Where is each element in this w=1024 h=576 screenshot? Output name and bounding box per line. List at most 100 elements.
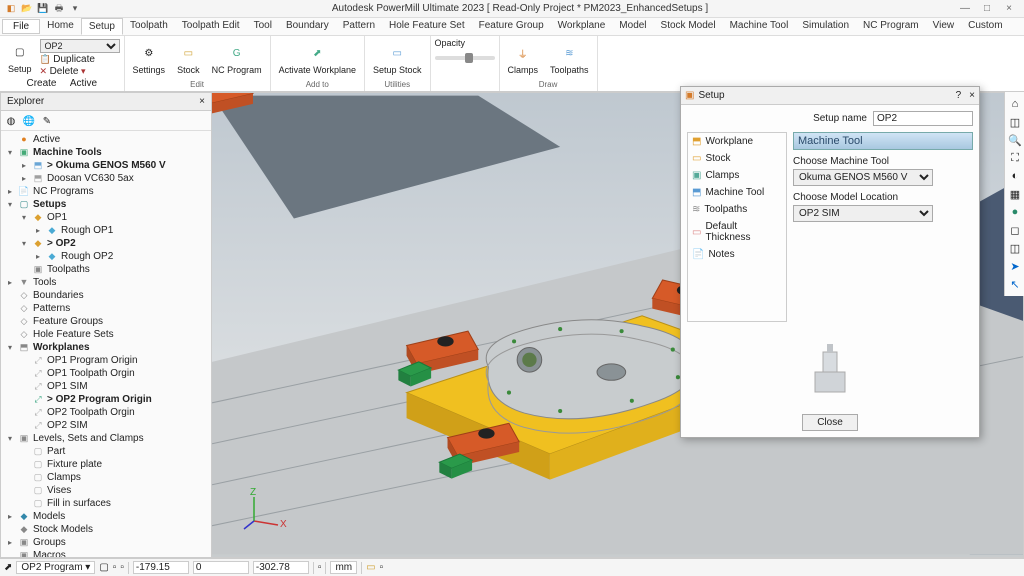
tree-node[interactable]: ▢Fixture plate	[5, 458, 207, 471]
menu-setup[interactable]: Setup	[81, 18, 123, 35]
menu-machine-tool[interactable]: Machine Tool	[723, 18, 796, 35]
maximize-button[interactable]: □	[980, 3, 994, 14]
menu-tool[interactable]: Tool	[247, 18, 279, 35]
tree-node[interactable]: ⤢> OP2 Program Origin	[5, 393, 207, 406]
view-home-icon[interactable]: ⌂	[1007, 96, 1023, 112]
tree-node[interactable]: ◆Stock Models	[5, 523, 207, 536]
qat-print-icon[interactable]: 🖶	[52, 2, 66, 16]
menu-pattern[interactable]: Pattern	[336, 18, 382, 35]
opacity-slider[interactable]	[435, 56, 495, 60]
menu-toolpath-edit[interactable]: Toolpath Edit	[175, 18, 247, 35]
status-icon6[interactable]: ▫	[380, 562, 384, 573]
delete-button[interactable]: ✕ Delete ▾	[40, 66, 120, 77]
status-program-combo[interactable]: OP2 Program ▾	[16, 561, 95, 574]
tree-node[interactable]: ▾⬒Workplanes	[5, 341, 207, 354]
view-cube-icon[interactable]: ◫	[1007, 114, 1023, 130]
status-icon4[interactable]: ▫	[318, 562, 322, 573]
dialog-close-button[interactable]: ×	[969, 90, 975, 101]
stock-button[interactable]: ▭Stock	[173, 43, 204, 76]
tree-node[interactable]: ⤢OP1 SIM	[5, 380, 207, 393]
minimize-button[interactable]: —	[958, 3, 972, 14]
activate-workplane-button[interactable]: ⬈Activate Workplane	[275, 43, 360, 76]
tree-node[interactable]: ▢Part	[5, 445, 207, 458]
machine-tool-select[interactable]: Okuma GENOS M560 V	[793, 169, 933, 186]
tree-node[interactable]: ▾◆> OP2	[5, 237, 207, 250]
tree-node[interactable]: ◇Hole Feature Sets	[5, 328, 207, 341]
explorer-edit-icon[interactable]: ✎	[39, 113, 55, 129]
dialog-nav-item[interactable]: ≋Toolpaths	[688, 201, 786, 218]
tree-node[interactable]: ▣Macros	[5, 549, 207, 557]
tree-node[interactable]: ◇Feature Groups	[5, 315, 207, 328]
tree-node[interactable]: ◇Patterns	[5, 302, 207, 315]
tree-node[interactable]: ▸⬒> Okuma GENOS M560 V	[5, 159, 207, 172]
view-shade-icon[interactable]: ●	[1007, 204, 1023, 220]
tree-node[interactable]: ⤢OP1 Toolpath Orgin	[5, 367, 207, 380]
qat-down-icon[interactable]: ▾	[68, 2, 82, 16]
status-icon3[interactable]: ▫	[120, 562, 124, 573]
duplicate-button[interactable]: 📋 Duplicate	[40, 54, 120, 65]
tree-node[interactable]: ▸◆Rough OP1	[5, 224, 207, 237]
setup-stock-button[interactable]: ▭Setup Stock	[369, 43, 426, 76]
status-icon2[interactable]: ▫	[113, 562, 117, 573]
tree-node[interactable]: ▾▢Setups	[5, 198, 207, 211]
menu-boundary[interactable]: Boundary	[279, 18, 336, 35]
status-z[interactable]: -302.78	[253, 561, 309, 574]
tree-node[interactable]: ▾◆OP1	[5, 211, 207, 224]
settings-button[interactable]: ⚙Settings	[129, 43, 170, 76]
dialog-nav-item[interactable]: ⬒Workplane	[688, 133, 786, 150]
tree-node[interactable]: ⤢OP2 Toolpath Orgin	[5, 406, 207, 419]
menu-home[interactable]: Home	[40, 18, 81, 35]
view-zoom-icon[interactable]: 🔍	[1007, 132, 1023, 148]
nc-program-button[interactable]: GNC Program	[208, 43, 266, 76]
qat-save-icon[interactable]: 💾	[36, 2, 50, 16]
clamps-button[interactable]: ⏚Clamps	[504, 43, 543, 76]
tree-node[interactable]: ▸▼Tools	[5, 276, 207, 289]
menu-feature-group[interactable]: Feature Group	[472, 18, 551, 35]
tree-node[interactable]: ◇Boundaries	[5, 289, 207, 302]
dialog-help-button[interactable]: ?	[956, 90, 962, 101]
menu-custom[interactable]: Custom	[961, 18, 1009, 35]
status-icon1[interactable]: ▢	[99, 562, 108, 573]
qat-open-icon[interactable]: 📂	[20, 2, 34, 16]
view-box-icon[interactable]: ◻	[1007, 222, 1023, 238]
view-wire-icon[interactable]: ▦	[1007, 186, 1023, 202]
status-unit[interactable]: mm	[330, 561, 357, 574]
dialog-nav-item[interactable]: 📄Notes	[688, 246, 786, 263]
tree-node[interactable]: ▣Toolpaths	[5, 263, 207, 276]
menu-toolpath[interactable]: Toolpath	[123, 18, 175, 35]
toolpaths-button[interactable]: ≋Toolpaths	[546, 43, 593, 76]
tree-node[interactable]: ▸📄NC Programs	[5, 185, 207, 198]
menu-simulation[interactable]: Simulation	[795, 18, 856, 35]
dialog-nav-item[interactable]: ▣Clamps	[688, 167, 786, 184]
model-location-select[interactable]: OP2 SIM	[793, 205, 933, 222]
menu-model[interactable]: Model	[612, 18, 653, 35]
tree-node[interactable]: ⤢OP2 SIM	[5, 419, 207, 432]
file-menu[interactable]: File	[2, 19, 40, 34]
explorer-globe-icon[interactable]: 🌐	[21, 113, 37, 129]
view-box2-icon[interactable]: ◫	[1007, 240, 1023, 256]
status-y[interactable]: 0	[193, 561, 249, 574]
tree-node[interactable]: ●Active	[5, 133, 207, 146]
tree-node[interactable]: ▢Clamps	[5, 471, 207, 484]
qat-menu-icon[interactable]: ◧	[4, 2, 18, 16]
status-icon5[interactable]: ▭	[366, 562, 375, 573]
dialog-nav[interactable]: ⬒Workplane▭Stock▣Clamps⬒Machine Tool≋Too…	[687, 132, 787, 322]
tree-node[interactable]: ▢Vises	[5, 484, 207, 497]
tree-node[interactable]: ▾▣Machine Tools	[5, 146, 207, 159]
dialog-close-action[interactable]: Close	[802, 414, 858, 431]
setup-combo[interactable]: OP2	[40, 39, 120, 53]
tree-node[interactable]: ▸⬒Doosan VC630 5ax	[5, 172, 207, 185]
menu-nc-program[interactable]: NC Program	[856, 18, 926, 35]
dialog-nav-item[interactable]: ▭Stock	[688, 150, 786, 167]
view-cursor-icon[interactable]: ↖	[1007, 276, 1023, 292]
explorer-close-icon[interactable]: ×	[199, 96, 205, 107]
tree-node[interactable]: ▾▣Levels, Sets and Clamps	[5, 432, 207, 445]
setup-name-input[interactable]	[873, 111, 973, 126]
close-button[interactable]: ×	[1002, 3, 1016, 14]
view-arrow-icon[interactable]: ➤	[1007, 258, 1023, 274]
tree-node[interactable]: ⤢OP1 Program Origin	[5, 354, 207, 367]
view-mode-icon[interactable]: ◐	[1007, 168, 1023, 184]
view-fit-icon[interactable]: ⛶	[1007, 150, 1023, 166]
dialog-nav-item[interactable]: ⬒Machine Tool	[688, 184, 786, 201]
tree-node[interactable]: ▸◆Rough OP2	[5, 250, 207, 263]
